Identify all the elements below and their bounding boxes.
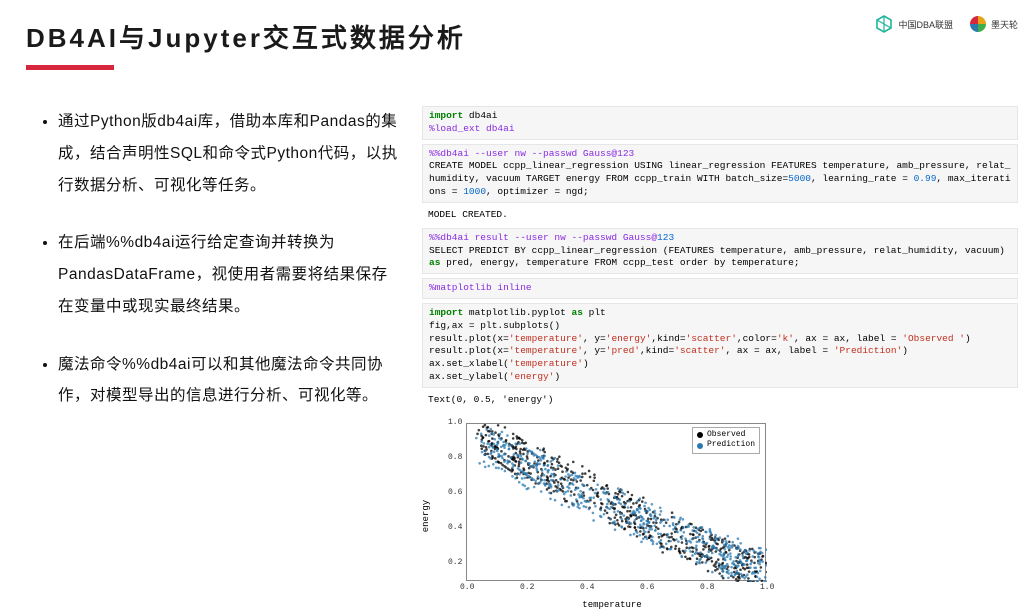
kw: as bbox=[429, 257, 440, 268]
str: 'Observed ' bbox=[902, 333, 965, 344]
code-text: ,color= bbox=[737, 333, 777, 344]
code-text: , y= bbox=[583, 345, 606, 356]
code-text: , ax = ax, label = bbox=[794, 333, 902, 344]
jupyter-notebook: import db4ai %load_ext db4ai %%db4ai --u… bbox=[422, 106, 1018, 608]
str: 'temperature' bbox=[509, 358, 583, 369]
logo-dba-text: 中国DBA联盟 bbox=[898, 18, 953, 31]
str: 'scatter' bbox=[686, 333, 737, 344]
code-text: , optimizer = ngd; bbox=[486, 186, 589, 197]
legend-row: Prediction bbox=[697, 440, 755, 451]
code-cell-2: %%db4ai --user nw --passwd Gauss@123 CRE… bbox=[422, 144, 1018, 203]
code-text: , learning_rate = bbox=[811, 173, 914, 184]
str: 'temperature' bbox=[509, 333, 583, 344]
num: 5000 bbox=[788, 173, 811, 184]
num: 0.99 bbox=[914, 173, 937, 184]
kw: import bbox=[429, 307, 463, 318]
code-text: pred, energy, temperature FROM ccpp_test… bbox=[440, 257, 799, 268]
logo-motianlun: 墨天轮 bbox=[969, 15, 1018, 33]
logo-motianlun-text: 墨天轮 bbox=[991, 18, 1018, 31]
bullet-list: 通过Python版db4ai库，借助本库和Pandas的集成，结合声明性SQL和… bbox=[40, 106, 400, 608]
content-row: 通过Python版db4ai库，借助本库和Pandas的集成，结合声明性SQL和… bbox=[0, 106, 1036, 608]
scatter-plot: Observed Prediction temperature energy 0… bbox=[422, 413, 802, 608]
code-text: ,kind= bbox=[651, 333, 685, 344]
code-cell-3: %%db4ai result --user nw --passwd Gauss@… bbox=[422, 228, 1018, 274]
code-text: matplotlib.pyplot bbox=[463, 307, 571, 318]
legend-label: Observed bbox=[707, 430, 745, 441]
legend-dot bbox=[697, 432, 703, 438]
num: 1000 bbox=[463, 186, 486, 197]
magic: %%db4ai --user nw --passwd Gauss@123 bbox=[429, 148, 634, 159]
plot-legend: Observed Prediction bbox=[692, 427, 760, 455]
magic: %matplotlib inline bbox=[429, 282, 532, 293]
legend-label: Prediction bbox=[707, 440, 755, 451]
magic: %%db4ai result --user nw --passwd Gauss@ bbox=[429, 232, 657, 243]
code-cell-5: import matplotlib.pyplot as plt fig,ax =… bbox=[422, 303, 1018, 388]
str: 'energy' bbox=[606, 333, 652, 344]
output-cell-2: Text(0, 0.5, 'energy') bbox=[422, 392, 1018, 409]
bullet-item: 通过Python版db4ai库，借助本库和Pandas的集成，结合声明性SQL和… bbox=[58, 106, 400, 201]
str: 'energy' bbox=[509, 371, 555, 382]
header-logos: 中国DBA联盟 墨天轮 bbox=[874, 14, 1018, 34]
str: 'pred' bbox=[606, 345, 640, 356]
legend-row: Observed bbox=[697, 430, 755, 441]
logo-dba: 中国DBA联盟 bbox=[874, 14, 953, 34]
bullet-item: 在后端%%db4ai运行给定查询并转换为PandasDataFrame，视使用者… bbox=[58, 227, 400, 322]
code-text: db4ai bbox=[463, 110, 497, 121]
x-axis-label: temperature bbox=[582, 599, 641, 611]
code-text: , ax = ax, label = bbox=[726, 345, 834, 356]
code-cell-4: %matplotlib inline bbox=[422, 278, 1018, 299]
title-underline bbox=[26, 65, 114, 70]
str: 'scatter' bbox=[674, 345, 725, 356]
code-text: ) bbox=[554, 371, 560, 382]
legend-dot bbox=[697, 443, 703, 449]
str: 'Prediction' bbox=[834, 345, 902, 356]
cube-icon bbox=[874, 14, 894, 34]
code-text: ,kind= bbox=[640, 345, 674, 356]
str: 'k' bbox=[777, 333, 794, 344]
num: 123 bbox=[657, 232, 674, 243]
code-text: , y= bbox=[583, 333, 606, 344]
bullet-item: 魔法命令%%db4ai可以和其他魔法命令共同协作，对模型导出的信息进行分析、可视… bbox=[58, 349, 400, 413]
kw: as bbox=[572, 307, 583, 318]
magic: %load_ext db4ai bbox=[429, 123, 515, 134]
pinwheel-icon bbox=[969, 15, 987, 33]
code-text: SELECT PREDICT BY ccpp_linear_regression… bbox=[429, 245, 1011, 256]
output-cell-1: MODEL CREATED. bbox=[422, 207, 1018, 224]
str: 'temperature' bbox=[509, 345, 583, 356]
y-axis-label: energy bbox=[420, 500, 432, 532]
code-cell-1: import db4ai %load_ext db4ai bbox=[422, 106, 1018, 140]
kw: import bbox=[429, 110, 463, 121]
